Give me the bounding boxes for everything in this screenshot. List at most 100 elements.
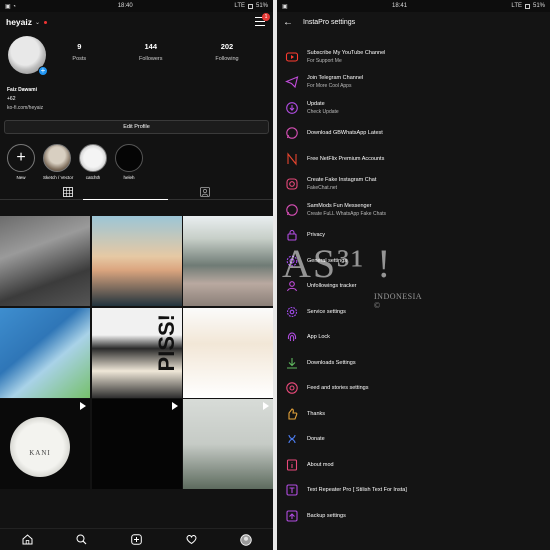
post-thumbnail[interactable] — [183, 216, 273, 306]
profile-summary: + 9 Posts 144 Followers 202 Following — [0, 32, 273, 86]
highlight-label: heleh — [123, 175, 135, 180]
post-thumbnail[interactable] — [0, 216, 90, 306]
username[interactable]: heyaiz — [6, 17, 32, 27]
home-icon[interactable] — [20, 533, 34, 547]
post-thumbnail[interactable] — [183, 307, 273, 398]
settings-item-subtitle: Create FuLL WhatsApp Fake Chats — [307, 210, 387, 217]
highlight-heleh[interactable]: heleh — [115, 144, 143, 184]
profile-header: heyaiz ⌄ 1 — [0, 12, 273, 32]
settings-item[interactable]: Update Check Update — [277, 95, 550, 121]
status-bar: ▣ 18:41 LTE 51% — [277, 0, 550, 12]
settings-item-subtitle: FakeChat.net — [307, 185, 338, 192]
settings-item-title: Subscribe My YouTube Channel — [307, 49, 386, 56]
tab-indicator — [83, 199, 168, 200]
settings-item-title: Backup settings — [307, 512, 346, 519]
battery-level: 51% — [255, 3, 268, 9]
settings-item[interactable]: General settings — [277, 248, 550, 274]
settings-item[interactable]: App Lock — [277, 325, 550, 351]
tab-grid[interactable] — [0, 184, 137, 199]
stat-followers[interactable]: 144 Followers — [139, 42, 163, 86]
settings-item[interactable]: About mod — [277, 452, 550, 478]
add-story-icon[interactable]: + — [38, 66, 48, 76]
lamp-logo: KANI — [10, 417, 70, 477]
instapro-settings-screen: ▣ 18:41 LTE 51% ← InstaPro settings Subs… — [277, 0, 550, 550]
text-icon — [285, 483, 299, 497]
stat-value: 144 — [144, 42, 158, 51]
highlight-new[interactable]: + New — [7, 144, 35, 184]
stat-label: Followers — [138, 56, 163, 62]
post-thumbnail-video[interactable] — [91, 399, 182, 489]
settings-item[interactable]: Join Telegram Channel For More Cool Apps — [277, 70, 550, 96]
stat-posts[interactable]: 9 Posts — [72, 42, 86, 86]
stat-label: Following — [215, 56, 239, 62]
chevron-down-icon[interactable]: ⌄ — [35, 19, 40, 26]
settings-item[interactable]: Download GBWhatsApp Latest — [277, 121, 550, 147]
settings-item[interactable]: Downloads Settings — [277, 350, 550, 376]
profile-avatar-icon[interactable] — [239, 533, 253, 547]
stat-value: 9 — [77, 42, 82, 51]
instagram-icon — [285, 177, 299, 191]
settings-item[interactable]: Donate — [277, 427, 550, 453]
settings-item-title: Downloads Settings — [307, 359, 356, 366]
post-grid: PISS! KANI — [0, 216, 273, 489]
profile-tabs — [0, 184, 273, 200]
notification-dot-icon — [44, 20, 48, 24]
settings-item-title: Thanks — [307, 410, 326, 417]
stat-label: Posts — [72, 56, 87, 62]
settings-item[interactable]: Unfollowings tracker — [277, 274, 550, 300]
signal-label: LTE — [234, 3, 245, 9]
bio-text: +62 — [7, 96, 16, 102]
gear-icon — [285, 254, 299, 268]
instagram-profile-screen: ▣ ◔ 18:40 LTE 51% heyaiz ⌄ 1 + 9 Posts 1… — [0, 0, 273, 550]
stat-following[interactable]: 202 Following — [215, 42, 238, 86]
settings-item-title: Service settings — [307, 308, 346, 315]
settings-item-title: General settings — [307, 257, 348, 264]
user-icon — [285, 279, 299, 293]
settings-item-title: Create Fake Instagram Chat — [307, 177, 377, 184]
fingerprint-icon — [285, 330, 299, 344]
highlight-cover — [43, 144, 71, 172]
story-highlights: + New Sketch / Vector catchth heleh — [0, 134, 273, 184]
settings-item[interactable]: Feed and stories settings — [277, 376, 550, 402]
post-overlay-text: PISS! — [153, 313, 179, 371]
plus-icon: + — [7, 144, 35, 172]
settings-item-subtitle: Check Update — [307, 108, 339, 115]
youtube-icon — [285, 50, 299, 64]
heart-icon[interactable] — [184, 533, 198, 547]
edit-profile-button[interactable]: Edit Profile — [4, 120, 269, 134]
post-thumbnail[interactable]: PISS! — [91, 307, 182, 398]
post-thumbnail-video[interactable]: KANI — [0, 399, 90, 489]
settings-item-title: Privacy — [307, 232, 326, 239]
settings-item[interactable]: Create Fake Instagram Chat FakeChat.net — [277, 172, 550, 198]
back-arrow-icon[interactable]: ← — [283, 17, 293, 28]
settings-item[interactable]: Backup settings — [277, 503, 550, 529]
settings-item[interactable]: Service settings — [277, 299, 550, 325]
settings-item[interactable]: Text Repeater Pro [ Stilish Text For Ins… — [277, 478, 550, 504]
battery-icon — [524, 3, 530, 9]
status-icons-left: ▣ ◔ — [5, 3, 16, 10]
post-thumbnail[interactable] — [0, 307, 90, 398]
whatsapp-icon — [285, 126, 299, 140]
stat-value: 202 — [220, 42, 234, 51]
new-post-icon[interactable] — [129, 533, 143, 547]
avatar[interactable]: + — [8, 36, 48, 76]
lock-icon — [285, 228, 299, 242]
highlight-sketch[interactable]: Sketch / Vector — [43, 144, 73, 184]
highlight-cover — [79, 144, 107, 172]
post-thumbnail[interactable] — [91, 216, 182, 306]
settings-item[interactable]: Privacy — [277, 223, 550, 249]
settings-item-subtitle: For Support Me — [307, 57, 342, 64]
status-bar: ▣ ◔ 18:40 LTE 51% — [0, 0, 273, 12]
backup-icon — [285, 509, 299, 523]
settings-item[interactable]: SamMods Fun Messenger Create FuLL WhatsAp… — [277, 197, 550, 223]
settings-item[interactable]: Subscribe My YouTube Channel For Support … — [277, 44, 550, 70]
highlight-catchth[interactable]: catchth — [79, 144, 107, 184]
settings-item[interactable]: Thanks — [277, 401, 550, 427]
tab-tagged[interactable] — [137, 184, 274, 199]
bio-link[interactable]: ko-fi.com/heyaiz — [7, 104, 266, 113]
settings-item[interactable]: Free NetFlix Premium Accounts — [277, 146, 550, 172]
settings-item-title: Download GBWhatsApp Latest — [307, 130, 383, 137]
search-icon[interactable] — [75, 533, 89, 547]
post-thumbnail-video[interactable] — [183, 399, 273, 489]
video-play-icon — [80, 402, 86, 410]
